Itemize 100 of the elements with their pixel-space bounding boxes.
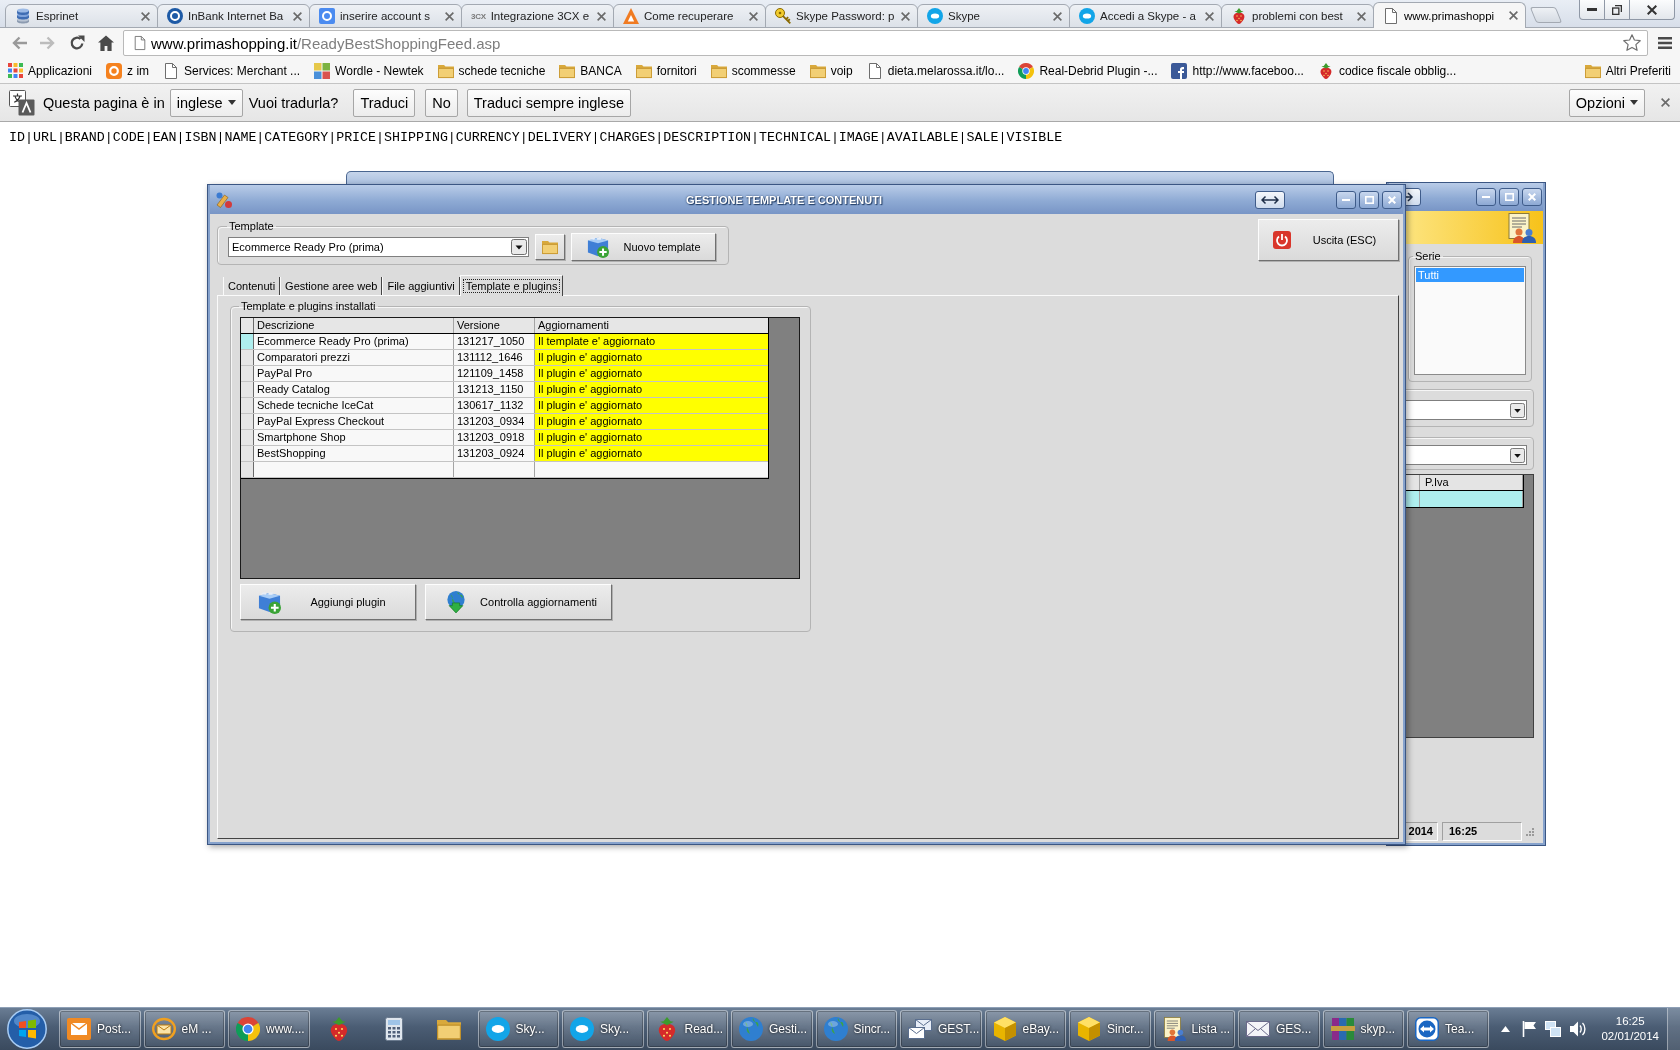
dialog-tab[interactable]: Contenuti	[223, 277, 281, 295]
plugin-button[interactable]: Controlla aggiornamenti	[425, 584, 612, 620]
browser-tab[interactable]: InBank Internet Ba	[157, 4, 310, 28]
dialog-tab[interactable]: Gestione aree web	[280, 277, 383, 295]
bookmark-item[interactable]: Real-Debrid Plugin -...	[1011, 60, 1165, 81]
minimize-button[interactable]	[1336, 190, 1356, 209]
new-template-button[interactable]: Nuovo template	[571, 233, 716, 261]
bookmark-item[interactable]: voip	[802, 60, 860, 81]
plugin-button[interactable]: Aggiungi plugin	[240, 584, 416, 620]
taskbar-button[interactable]: skyp...	[1322, 1010, 1404, 1048]
taskbar-button[interactable]: Post...	[59, 1010, 141, 1048]
resize-button[interactable]	[1255, 190, 1285, 209]
browser-tab[interactable]: www.primashoppi	[1373, 2, 1526, 28]
stack-icon	[15, 8, 31, 24]
speaker-icon[interactable]	[1570, 1021, 1587, 1037]
infobar-button[interactable]: Traduci sempre inglese	[466, 88, 631, 117]
row-indicator[interactable]	[241, 430, 254, 445]
restore-button[interactable]	[1604, 0, 1630, 20]
bookmark-folder[interactable]: Altri Preferiti	[1577, 60, 1678, 81]
taskbar-button[interactable]: Tea...	[1407, 1010, 1489, 1048]
template-dropdown[interactable]: Ecommerce Ready Pro (prima)	[228, 237, 529, 257]
bookmark-item[interactable]: dieta.melarossa.it/lo...	[859, 60, 1012, 81]
row-indicator[interactable]	[241, 414, 254, 429]
square-logo-icon	[319, 8, 335, 24]
folder-icon	[436, 1017, 461, 1041]
close-icon[interactable]	[749, 11, 758, 21]
bookmark-item[interactable]: Wordle - Newtek	[307, 60, 431, 81]
circle-logo-icon	[167, 8, 183, 24]
browser-tab[interactable]: Accedi a Skype - a	[1069, 4, 1222, 28]
row-indicator[interactable]	[241, 350, 254, 365]
row-indicator[interactable]	[241, 382, 254, 397]
infobar-button[interactable]: No	[425, 88, 458, 117]
taskbar-button[interactable]: GES...	[1238, 1010, 1320, 1048]
maximize-button[interactable]	[1359, 190, 1379, 209]
restore-icon	[1612, 4, 1622, 15]
exit-button[interactable]: Uscita (ESC)	[1258, 219, 1399, 261]
taskbar-button[interactable]: Read...	[646, 1010, 728, 1048]
flag-icon[interactable]	[1522, 1021, 1537, 1037]
taskbar-button[interactable]: www....	[228, 1010, 310, 1048]
maximize-button[interactable]	[1499, 188, 1519, 206]
close-button[interactable]	[1659, 96, 1672, 109]
table-cell: Schede tecniche IceCat	[254, 398, 454, 413]
logo-text: 3CX	[471, 11, 486, 21]
options-button[interactable]: Opzioni	[1568, 88, 1645, 117]
close-icon[interactable]	[597, 11, 606, 21]
infobar-button[interactable]: Traduci	[353, 88, 416, 117]
bookmark-item[interactable]: Services: Merchant ...	[156, 60, 308, 81]
taskbar-button[interactable]: GEST...	[900, 1010, 982, 1048]
minimize-button[interactable]	[1579, 0, 1605, 20]
box-plus-icon	[258, 590, 281, 614]
close-icon[interactable]	[293, 11, 302, 21]
app-icon	[216, 191, 232, 208]
address-field[interactable]: www.primashopping.it/ReadyBestShoppingFeed.asp	[123, 30, 1648, 56]
close-icon[interactable]	[1053, 11, 1062, 21]
close-button[interactable]	[1382, 190, 1402, 209]
close-icon[interactable]	[1357, 11, 1366, 21]
taskbar-button[interactable]: Lista ...	[1153, 1010, 1235, 1048]
row-indicator[interactable]	[241, 366, 254, 381]
close-icon[interactable]	[445, 11, 454, 21]
network-icon[interactable]	[1545, 1021, 1562, 1037]
row-indicator[interactable]	[241, 398, 254, 413]
close-icon[interactable]	[1205, 11, 1214, 21]
browser-tab[interactable]: 3CX Integrazione 3CX e	[461, 4, 614, 28]
taskbar-button[interactable]: Sincr...	[815, 1010, 897, 1048]
bookmark-item[interactable]: codice fiscale obblig...	[1310, 60, 1464, 81]
taskbar-button[interactable]: eM ...	[143, 1010, 225, 1048]
table-cell: Il plugin e' aggiornato	[535, 446, 768, 461]
bookmark-item[interactable]: BANCA	[552, 60, 629, 81]
close-button[interactable]	[1522, 188, 1542, 206]
folder-button[interactable]	[535, 234, 565, 260]
bookmark-item[interactable]: http://www.faceboo...	[1164, 60, 1311, 81]
bookmark-item[interactable]: schede tecniche	[430, 60, 553, 81]
row-indicator[interactable]	[241, 446, 254, 461]
bookmark-item[interactable]: fornitori	[628, 60, 704, 81]
bookmark-item[interactable]: z im	[99, 60, 157, 81]
clock-button[interactable]: 16:25 02/01/2014	[1597, 1014, 1663, 1044]
bookmark-item[interactable]: Applicazioni	[1, 61, 100, 80]
taskbar-button[interactable]: Sky...	[477, 1010, 559, 1048]
taskbar-button[interactable]: Sincr...	[1069, 1010, 1151, 1048]
show-desktop-button[interactable]	[1667, 1008, 1680, 1050]
browser-tab[interactable]: inserire account s	[309, 4, 462, 28]
browser-tab[interactable]: Skype Password: p	[765, 4, 918, 28]
taskbar-button[interactable]: Gesti...	[731, 1010, 813, 1048]
close-button[interactable]	[1629, 0, 1675, 20]
browser-tab[interactable]: Skype	[917, 4, 1070, 28]
row-indicator[interactable]	[241, 334, 254, 349]
dialog-tab[interactable]: File aggiuntivi	[382, 277, 460, 295]
bookmark-item[interactable]: scommesse	[703, 60, 803, 81]
browser-tab[interactable]: problemi con best	[1221, 4, 1374, 28]
minimize-button[interactable]	[1476, 188, 1496, 206]
dialog-tab[interactable]: Template e plugins	[459, 275, 564, 296]
close-icon[interactable]	[141, 11, 150, 21]
browser-tab[interactable]: Esprinet	[5, 4, 158, 28]
close-icon[interactable]	[1509, 11, 1518, 20]
star-icon[interactable]	[1623, 34, 1641, 52]
close-icon[interactable]	[901, 11, 910, 21]
taskbar-button[interactable]: eBay...	[984, 1010, 1066, 1048]
language-dropdown[interactable]: inglese	[169, 88, 243, 117]
taskbar-button[interactable]: Sky...	[562, 1010, 644, 1048]
browser-tab[interactable]: Come recuperare	[613, 4, 766, 28]
